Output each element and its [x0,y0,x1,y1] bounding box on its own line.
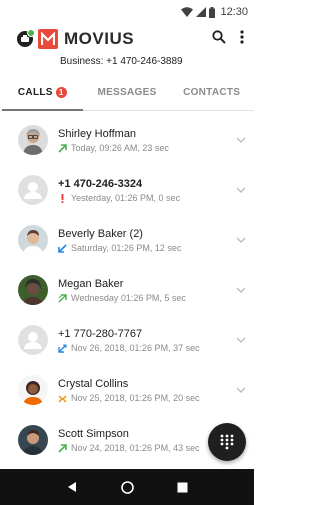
avatar-placeholder [18,175,48,205]
call-detail: Today, 09:26 AM, 23 sec [71,143,169,153]
call-detail: Nov 25, 2018, 01:26 PM, 20 sec [71,393,200,403]
call-detail: Nov 26, 2018, 01:26 PM, 37 sec [71,343,200,353]
call-item[interactable]: Beverly Baker (2) Saturday, 01:26 PM, 12… [0,215,254,265]
business-number: Business: +1 470-246-3889 [60,56,183,67]
chevron-down-icon[interactable] [234,183,248,197]
outgoing-call-icon [58,443,67,453]
avatar [18,375,48,405]
dialpad-icon [220,434,234,450]
status-bar: 12:30 [0,0,254,24]
call-detail: Nov 24, 2018, 01:26 PM, 43 sec [71,443,200,453]
incoming-call-icon [58,243,67,253]
tab-contacts-label: CONTACTS [183,87,241,98]
call-name: +1 770-280-7767 [58,328,143,340]
status-time: 12:30 [220,6,248,18]
movius-logo-icon [38,29,58,49]
call-item[interactable]: Megan Baker Wednesday 01:26 PM, 5 sec [0,265,254,315]
call-item[interactable]: Crystal Collins Nov 25, 2018, 01:26 PM, … [0,365,254,415]
tab-calls[interactable]: CALLS 1 [0,75,85,111]
chevron-down-icon[interactable] [234,233,248,247]
call-name: Crystal Collins [58,378,129,390]
redirected-call-icon [58,293,67,303]
system-nav-bar [0,469,254,505]
call-name: Shirley Hoffman [58,128,137,140]
back-icon[interactable] [66,481,78,493]
tab-messages[interactable]: MESSAGES [85,75,170,110]
call-name: Scott Simpson [58,428,129,440]
dialpad-button[interactable] [208,423,246,461]
merged-call-icon [58,394,67,403]
tab-calls-label: CALLS [17,87,53,98]
home-icon[interactable] [121,480,134,494]
overflow-menu-icon[interactable] [240,29,244,49]
tab-bar: CALLS 1 MESSAGES CONTACTS [0,75,254,111]
call-item[interactable]: +1 470-246-3324 Yesterday, 01:26 PM, 0 s… [0,165,254,215]
call-list: Shirley Hoffman Today, 09:26 AM, 23 sec … [0,115,254,465]
search-icon[interactable] [212,29,226,49]
chevron-down-icon[interactable] [234,333,248,347]
avatar [18,225,48,255]
call-detail: Yesterday, 01:26 PM, 0 sec [71,193,181,203]
signal-icon [196,7,207,17]
tab-contacts[interactable]: CONTACTS [169,75,254,110]
avatar [18,125,48,155]
chevron-down-icon[interactable] [234,383,248,397]
call-name: +1 470-246-3324 [58,178,143,190]
brand-name: MOVIUS [64,29,135,48]
outgoing-call-icon [58,143,67,153]
status-indicator-icon[interactable] [16,28,36,53]
call-item[interactable]: Shirley Hoffman Today, 09:26 AM, 23 sec [0,115,254,165]
avatar-placeholder [18,325,48,355]
forwarded-call-icon [58,344,67,353]
wifi-icon [181,7,194,17]
unread-badge: 1 [55,87,67,98]
chevron-down-icon[interactable] [234,283,248,297]
battery-icon [209,6,216,18]
app-logo: MOVIUS [38,29,134,49]
recents-icon[interactable] [177,482,188,493]
call-name: Megan Baker [58,278,124,290]
call-detail: Saturday, 01:26 PM, 12 sec [71,243,182,253]
chevron-down-icon[interactable] [234,133,248,147]
avatar [18,275,48,305]
call-name: Beverly Baker (2) [58,228,143,240]
avatar [18,425,48,455]
call-item[interactable]: +1 770-280-7767 Nov 26, 2018, 01:26 PM, … [0,315,254,365]
app-bar: MOVIUS [0,24,254,54]
tab-messages-label: MESSAGES [97,87,157,98]
call-detail: Wednesday 01:26 PM, 5 sec [71,293,186,303]
missed-call-icon [58,193,67,203]
